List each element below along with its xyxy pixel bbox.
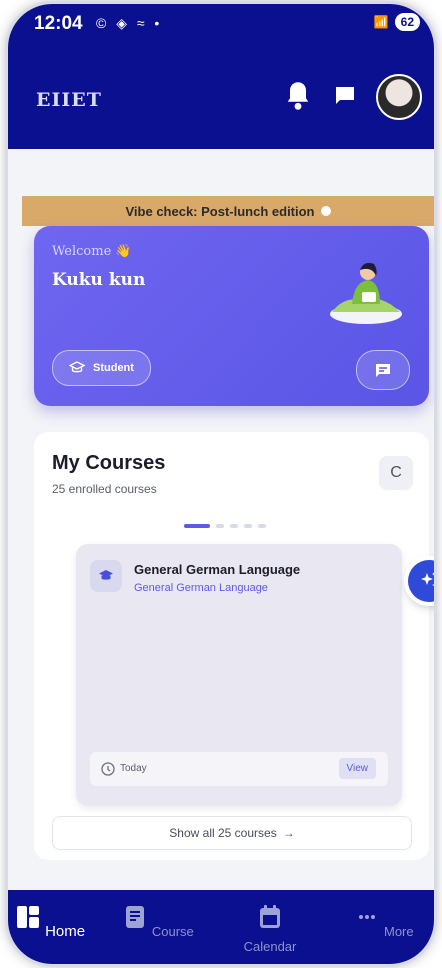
role-badge[interactable]: Student: [52, 350, 151, 386]
refresh-button[interactable]: C: [379, 456, 413, 490]
nav-home-label: Home: [45, 923, 86, 940]
nav-more[interactable]: More: [344, 904, 424, 939]
nav-more-label: More: [384, 924, 414, 939]
notification-bell-icon[interactable]: [284, 80, 312, 112]
nav-course[interactable]: Course: [118, 904, 198, 939]
phone-screen: 12:04 © ◈ ≈ • 📶 62 EIIET Vibe check: Pos…: [8, 4, 434, 964]
nav-home[interactable]: Home: [10, 904, 90, 940]
show-all-courses-button[interactable]: Show all 25 courses →: [52, 816, 412, 850]
user-avatar[interactable]: [376, 74, 422, 120]
pager-dot[interactable]: [244, 524, 252, 528]
battery-badge: 62: [394, 13, 420, 31]
messages-button[interactable]: [328, 78, 362, 112]
nav-calendar-label: Calendar: [243, 939, 297, 954]
role-label: Student: [93, 362, 134, 374]
course-cap-icon: [90, 560, 122, 592]
status-time: 12:04: [34, 13, 83, 34]
welcome-greeting: Welcome 👋: [52, 244, 132, 259]
signal-icon: 📶: [373, 15, 389, 29]
graduation-cap-icon: [69, 361, 85, 373]
student-illustration-icon: [330, 262, 402, 324]
sparkles-icon: [421, 572, 434, 586]
my-courses-section: My Courses 25 enrolled courses C General…: [34, 432, 429, 860]
refresh-icon: C: [390, 464, 402, 481]
arrow-right-icon: →: [282, 826, 295, 840]
show-all-label: Show all 25 courses: [169, 826, 277, 840]
course-card-footer: Today View: [90, 752, 388, 786]
welcome-card: Welcome 👋 Kuku kun Student: [34, 226, 429, 406]
pager-dot[interactable]: [258, 524, 266, 528]
bottom-navigation: Home Course Calendar More: [8, 890, 434, 964]
course-subtitle: General German Language: [134, 582, 268, 594]
book-icon: [126, 906, 145, 928]
view-course-button[interactable]: View: [338, 758, 376, 779]
chat-bubble-icon: [336, 87, 354, 104]
message-icon: [376, 363, 390, 377]
status-bar: 12:04 © ◈ ≈ • 📶 62: [8, 4, 434, 44]
course-card[interactable]: General German Language General German L…: [76, 544, 402, 806]
app-header: EIIET: [8, 44, 434, 149]
more-dots-icon: [359, 915, 376, 919]
pager-dot[interactable]: [230, 524, 238, 528]
user-name: Kuku kun: [52, 270, 146, 290]
nav-course-label: Course: [151, 924, 194, 939]
announcement-banner: Vibe check: Post-lunch edition: [22, 196, 434, 226]
status-right: 📶 62: [374, 13, 420, 31]
banner-text: Vibe check: Post-lunch edition: [125, 203, 315, 219]
course-title: General German Language: [134, 562, 301, 577]
status-notification-icons: © ◈ ≈ •: [96, 15, 163, 31]
dashboard-icon: [16, 906, 39, 928]
welcome-message-button[interactable]: [356, 350, 410, 390]
course-date: Today: [120, 763, 147, 774]
carousel-pager: [184, 524, 266, 528]
pager-dot[interactable]: [184, 524, 210, 528]
section-title: My Courses: [52, 452, 166, 474]
clock-icon: [101, 762, 115, 776]
enrolled-count: 25 enrolled courses: [52, 482, 157, 496]
app-logo[interactable]: EIIET: [36, 89, 102, 111]
calendar-icon: [260, 905, 280, 928]
nav-calendar[interactable]: Calendar: [230, 904, 310, 954]
banner-dot-icon: [320, 206, 331, 216]
pager-dot[interactable]: [216, 524, 224, 528]
